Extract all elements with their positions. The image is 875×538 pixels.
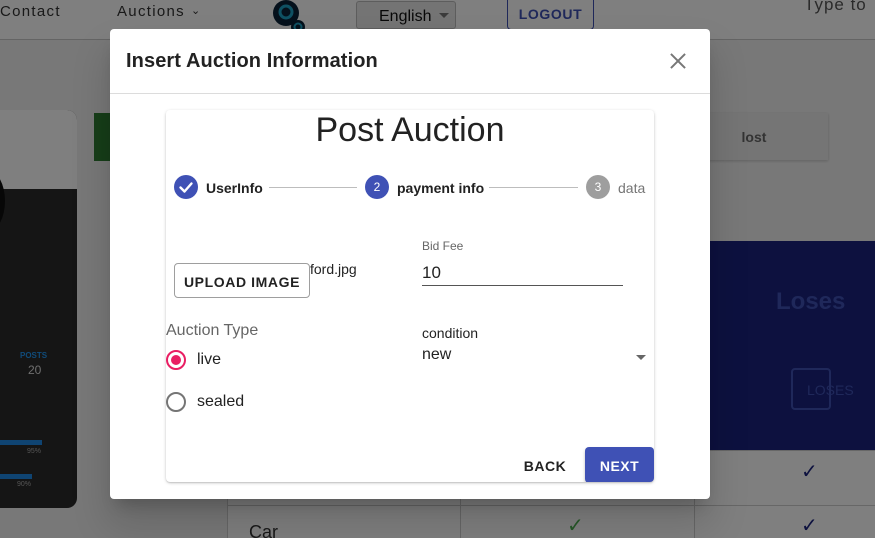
step-number: 3 [586,175,610,199]
step-label: data [618,180,646,196]
condition-select-value: new [422,346,452,363]
condition-label: condition [422,325,479,341]
close-icon[interactable] [667,50,689,72]
post-auction-form: Post Auction UserInfo 2 payment info 3 d… [166,110,654,482]
auction-type-label: Auction Type [166,322,259,339]
step-connector [489,187,578,188]
check-icon [174,175,198,199]
step-label: payment info [397,180,485,196]
upload-image-button[interactable]: UPLOAD IMAGE [174,263,310,298]
chevron-down-icon [636,355,646,360]
radio-label: live [197,351,222,368]
radio-label: sealed [197,393,245,410]
radio-checked-icon[interactable] [166,350,186,370]
dialog-title: Insert Auction Information [126,50,378,72]
step-number: 2 [365,175,389,199]
uploaded-file-name: ford.jpg [310,261,357,277]
next-button[interactable]: NEXT [585,447,654,482]
bid-fee-input[interactable] [422,256,623,286]
step-label: UserInfo [206,180,263,196]
bid-fee-label: Bid Fee [422,239,464,253]
step-connector [269,187,357,188]
radio-unchecked-icon[interactable] [166,392,186,412]
form-heading: Post Auction [315,111,505,149]
insert-auction-dialog: Insert Auction Information Post Auction … [110,29,710,499]
back-button[interactable]: BACK [514,448,576,482]
dialog-divider [110,93,710,94]
condition-select[interactable]: new [422,346,648,370]
